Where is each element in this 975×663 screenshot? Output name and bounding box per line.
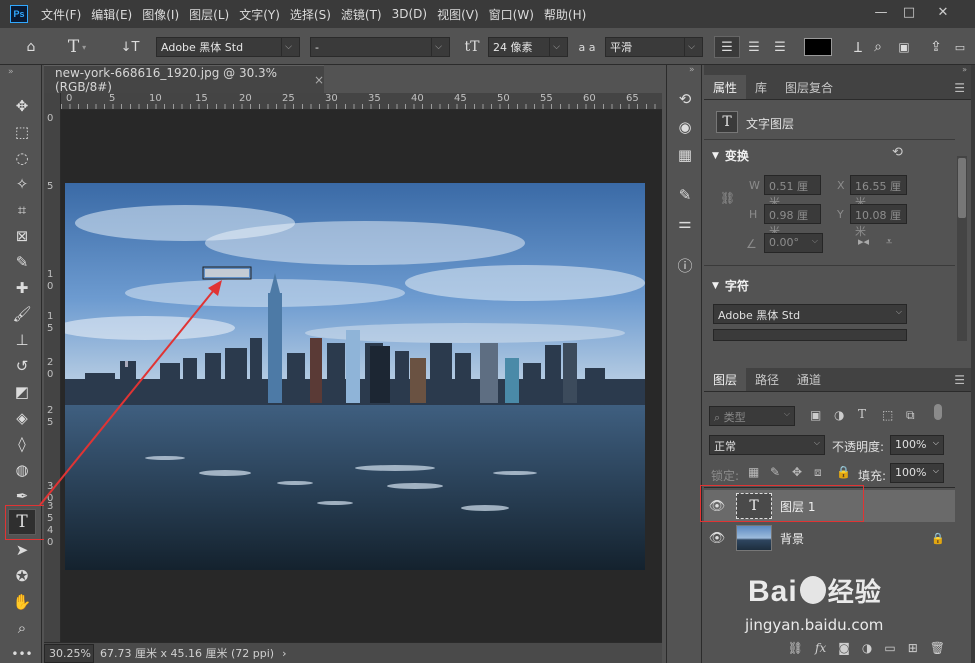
text-layer-type-icon: T	[716, 111, 738, 133]
link-layers-icon[interactable]: ⛓	[788, 641, 803, 655]
fill-field[interactable]: 100% ⌵	[890, 463, 944, 483]
filter-smart-object-icon[interactable]: ⧉	[906, 408, 915, 423]
blend-mode-select[interactable]: 正常 ⌵	[709, 435, 825, 455]
history-panel-icon[interactable]: ⟲	[671, 87, 699, 111]
chevron-down-icon: ⌵	[783, 409, 790, 418]
collapsed-panels-strip: » ⟲ ◉ ▦ ✎ ⚌ ⓘ	[666, 65, 702, 663]
add-mask-icon[interactable]: ◙	[838, 641, 850, 655]
width-label: W	[749, 179, 760, 192]
height-field[interactable]: 0.98 厘米	[764, 204, 821, 238]
status-bar: 30.25% 67.73 厘米 x 45.16 厘米 (72 ppi) ›	[44, 642, 662, 663]
brush-settings-icon[interactable]: ✎	[671, 183, 699, 207]
opacity-label: 不透明度:	[832, 440, 885, 454]
layer-row-background[interactable]: 👁 背景 🔒	[704, 522, 955, 554]
chevron-down-icon: ▼	[712, 280, 719, 291]
x-field[interactable]: 16.55 厘米	[850, 175, 907, 209]
y-field[interactable]: 10.08 厘米	[850, 204, 907, 238]
tab-libraries[interactable]: 库	[746, 75, 776, 99]
reset-transform-icon[interactable]: ⟲	[892, 145, 903, 160]
filter-type-icon[interactable]: T	[858, 407, 866, 421]
tab-paths[interactable]: 路径	[746, 367, 788, 391]
character-style-select[interactable]	[713, 329, 907, 341]
adjustment-layer-icon[interactable]: ◑	[862, 641, 872, 655]
zoom-level-field[interactable]: 30.25%	[44, 643, 94, 663]
info-panel-icon[interactable]: ⓘ	[671, 253, 699, 277]
chevron-down-icon: ⌵	[811, 236, 818, 245]
chevron-down-icon: ⌵	[932, 438, 939, 447]
properties-panel: » 属性 库 图层复合 ☰ T 文字图层 ▼ 变换 ⟲ ⛓ W 0.51 厘米 …	[704, 65, 971, 368]
new-group-icon[interactable]: ▭	[884, 641, 895, 655]
layer-filter-select[interactable]: ⌕ 类型 ⌵	[709, 406, 795, 426]
layer-style-fx-icon[interactable]: fx	[815, 641, 826, 655]
lock-transparency-icon[interactable]: ▦	[748, 465, 759, 479]
angle-field[interactable]: 0.00° ⌵	[764, 233, 823, 253]
tab-properties[interactable]: 属性	[704, 75, 747, 99]
flip-horizontal-icon[interactable]: ▸◂	[858, 235, 869, 248]
link-dimensions-icon[interactable]: ⛓	[720, 191, 735, 205]
status-menu-arrow-icon[interactable]: ›	[282, 647, 286, 660]
filter-adjustment-icon[interactable]: ◑	[834, 408, 844, 422]
new-layer-icon[interactable]: ⊞	[908, 641, 918, 655]
lock-position-icon[interactable]: ✥	[792, 465, 802, 479]
chevron-down-icon: ⌵	[895, 307, 902, 316]
flip-vertical-icon[interactable]: ⩡	[886, 235, 892, 249]
character-font-select[interactable]: Adobe 黑体 Std ⌵	[713, 304, 907, 324]
lock-artboard-icon[interactable]: ⧈	[814, 465, 822, 480]
layers-tabs: 图层 路径 通道 ☰	[704, 367, 971, 392]
height-label: H	[749, 208, 758, 221]
tab-layer-comps[interactable]: 图层复合	[776, 75, 842, 99]
tab-channels[interactable]: 通道	[788, 367, 830, 391]
search-icon: ⌕	[714, 411, 721, 424]
chevron-down-icon: ⌵	[813, 438, 820, 447]
collapse-icon[interactable]: »	[689, 65, 695, 75]
grid-panel-icon[interactable]: ▦	[671, 143, 699, 167]
layer-kind-label: 文字图层	[746, 117, 795, 131]
tab-layers[interactable]: 图层	[704, 367, 747, 391]
lock-pixels-icon[interactable]: ✎	[770, 465, 780, 479]
width-field[interactable]: 0.51 厘米	[764, 175, 821, 209]
layers-footer: ⛓ fx ◙ ◑ ▭ ⊞ 🗑	[704, 635, 955, 661]
panel-menu-icon[interactable]: ☰	[954, 373, 965, 387]
lock-all-icon[interactable]: 🔒	[836, 465, 851, 479]
paw-icon	[799, 576, 826, 604]
properties-scrollbar[interactable]	[957, 156, 967, 341]
adjustments-icon[interactable]: ⚌	[671, 211, 699, 235]
angle-icon: ∠	[746, 237, 757, 251]
character-section-header[interactable]: ▼ 字符	[712, 277, 749, 294]
filter-shape-icon[interactable]: ⬚	[882, 408, 893, 422]
transform-section-header[interactable]: ▼ 变换	[712, 147, 749, 164]
baidu-watermark-logo: Bai 经验	[748, 575, 882, 608]
annotation-arrow-line	[39, 284, 219, 506]
swatches-panel-icon[interactable]: ◉	[671, 115, 699, 139]
properties-tabs: 属性 库 图层复合 ☰	[704, 75, 971, 100]
chevron-down-icon: ⌵	[932, 466, 939, 475]
lock-label: 锁定:	[711, 469, 740, 483]
layer-highlight-box	[700, 485, 864, 522]
divider	[704, 265, 955, 266]
panel-menu-icon[interactable]: ☰	[954, 81, 965, 95]
document-size-info: 67.73 厘米 x 45.16 厘米 (72 ppi)	[100, 647, 275, 660]
visibility-eye-icon[interactable]: 👁	[704, 531, 730, 546]
filter-pixel-icon[interactable]: ▣	[810, 408, 821, 422]
background-layer-thumbnail	[736, 525, 772, 551]
delete-layer-icon[interactable]: 🗑	[930, 641, 945, 655]
fill-label: 填充:	[858, 469, 887, 483]
x-label: X	[837, 179, 845, 192]
chevron-down-icon: ▼	[712, 150, 719, 161]
layer-name[interactable]: 背景	[780, 530, 804, 547]
baidu-watermark-url: jingyan.baidu.com	[745, 616, 884, 634]
filter-toggle[interactable]	[934, 404, 942, 420]
y-label: Y	[837, 208, 844, 221]
scrollbar-thumb[interactable]	[958, 158, 966, 218]
lock-icon[interactable]: 🔒	[931, 532, 945, 545]
right-edge	[971, 65, 975, 663]
divider	[704, 139, 955, 140]
opacity-field[interactable]: 100% ⌵	[890, 435, 944, 455]
